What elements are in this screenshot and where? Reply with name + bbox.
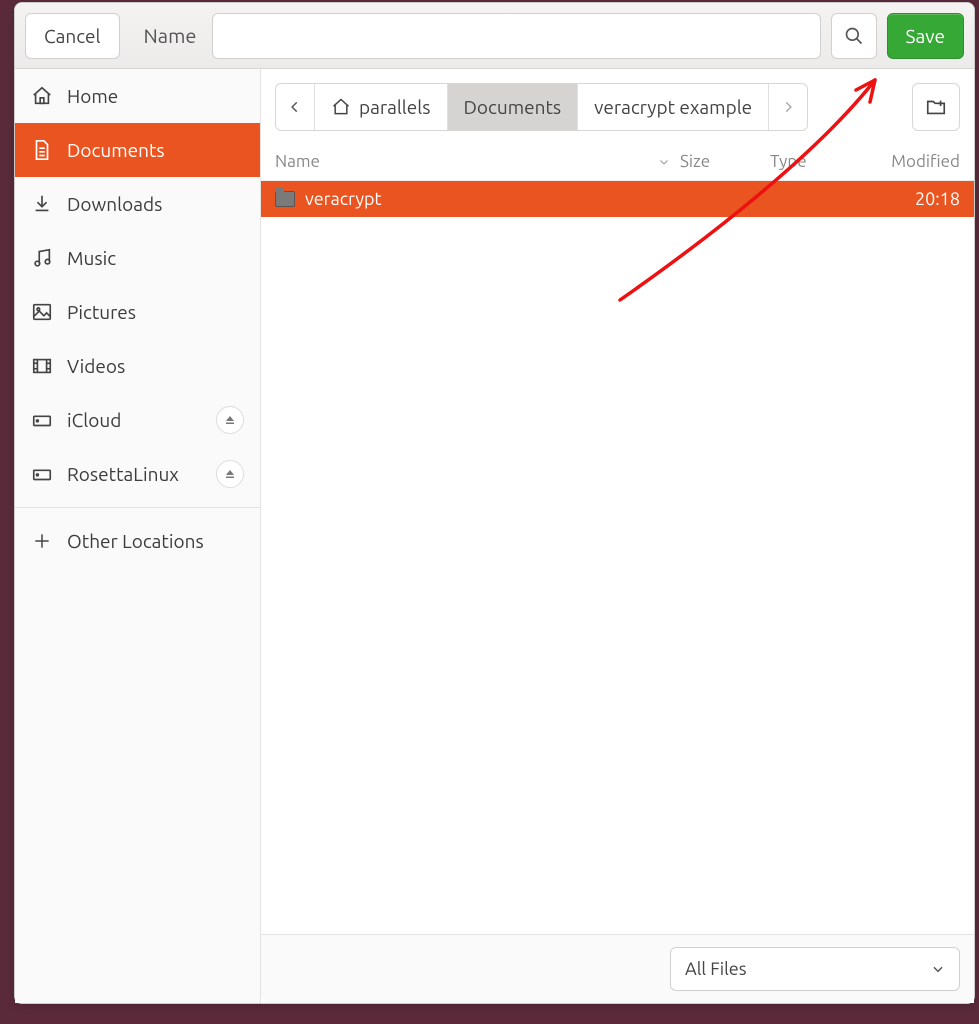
- breadcrumb: parallels Documents veracrypt example: [275, 83, 808, 131]
- pictures-icon: [31, 301, 53, 323]
- sidebar: Home Documents Downloads: [15, 69, 261, 1003]
- breadcrumb-forward-button[interactable]: [769, 84, 807, 130]
- sidebar-item-label: Other Locations: [67, 530, 204, 552]
- sidebar-item-label: iCloud: [67, 409, 121, 431]
- drive-icon: [31, 463, 53, 485]
- new-folder-button[interactable]: [912, 83, 960, 131]
- videos-icon: [31, 355, 53, 377]
- header-bar: Cancel Name Save: [15, 3, 974, 69]
- main-pane: parallels Documents veracrypt example: [261, 69, 974, 1003]
- name-label: Name: [130, 24, 203, 47]
- sidebar-item-documents[interactable]: Documents: [15, 123, 260, 177]
- drive-icon: [31, 409, 53, 431]
- sidebar-item-downloads[interactable]: Downloads: [15, 177, 260, 231]
- sidebar-item-label: Home: [67, 85, 118, 107]
- sidebar-item-other-locations[interactable]: Other Locations: [15, 514, 260, 568]
- save-dialog: Cancel Name Save Home: [14, 2, 975, 1004]
- sidebar-item-label: Music: [67, 247, 116, 269]
- download-icon: [31, 193, 53, 215]
- file-name: veracrypt: [305, 189, 382, 209]
- folder-icon: [275, 191, 295, 207]
- file-list[interactable]: veracrypt 20:18: [261, 181, 974, 934]
- file-row[interactable]: veracrypt 20:18: [261, 181, 974, 217]
- save-button[interactable]: Save: [887, 13, 964, 59]
- filter-label: All Files: [685, 959, 747, 979]
- filename-input[interactable]: [212, 13, 820, 59]
- home-icon: [331, 97, 351, 117]
- breadcrumb-label: parallels: [359, 96, 431, 118]
- column-header-name[interactable]: Name: [275, 152, 680, 171]
- cancel-button[interactable]: Cancel: [25, 13, 120, 59]
- column-label: Name: [275, 152, 320, 171]
- sidebar-item-home[interactable]: Home: [15, 69, 260, 123]
- sidebar-item-label: Pictures: [67, 301, 136, 323]
- eject-icloud-button[interactable]: [216, 406, 244, 434]
- document-icon: [31, 139, 53, 161]
- sidebar-item-rosettalinux[interactable]: RosettaLinux: [15, 447, 260, 501]
- sort-indicator-icon: [658, 156, 680, 168]
- breadcrumb-segment-documents[interactable]: Documents: [448, 84, 579, 130]
- search-icon: [844, 26, 864, 46]
- table-header: Name Size Type Modified: [261, 143, 974, 181]
- home-icon: [31, 85, 53, 107]
- breadcrumb-segment-parallels[interactable]: parallels: [315, 84, 448, 130]
- chevron-left-icon: [288, 100, 302, 114]
- sidebar-item-icloud[interactable]: iCloud: [15, 393, 260, 447]
- sidebar-item-label: Videos: [67, 355, 125, 377]
- chevron-down-icon: [931, 962, 945, 976]
- chevron-right-icon: [781, 100, 795, 114]
- path-bar: parallels Documents veracrypt example: [261, 69, 974, 143]
- search-button[interactable]: [831, 13, 877, 59]
- sidebar-separator: [15, 507, 260, 508]
- eject-rosettalinux-button[interactable]: [216, 460, 244, 488]
- sidebar-item-label: RosettaLinux: [67, 463, 179, 485]
- sidebar-item-label: Documents: [67, 139, 165, 161]
- breadcrumb-segment-veracrypt-example[interactable]: veracrypt example: [578, 84, 769, 130]
- file-type-filter[interactable]: All Files: [670, 947, 960, 991]
- column-header-modified[interactable]: Modified: [860, 152, 960, 171]
- column-header-type[interactable]: Type: [770, 152, 860, 171]
- dialog-body: Home Documents Downloads: [15, 69, 974, 1003]
- sidebar-item-music[interactable]: Music: [15, 231, 260, 285]
- sidebar-item-pictures[interactable]: Pictures: [15, 285, 260, 339]
- column-header-size[interactable]: Size: [680, 152, 770, 171]
- new-folder-icon: [925, 96, 947, 118]
- sidebar-item-videos[interactable]: Videos: [15, 339, 260, 393]
- music-icon: [31, 247, 53, 269]
- breadcrumb-label: Documents: [464, 96, 562, 118]
- sidebar-item-label: Downloads: [67, 193, 162, 215]
- breadcrumb-back-button[interactable]: [276, 84, 315, 130]
- breadcrumb-label: veracrypt example: [594, 96, 752, 118]
- file-modified: 20:18: [860, 189, 960, 209]
- plus-icon: [31, 531, 53, 551]
- dialog-footer: All Files: [261, 934, 974, 1003]
